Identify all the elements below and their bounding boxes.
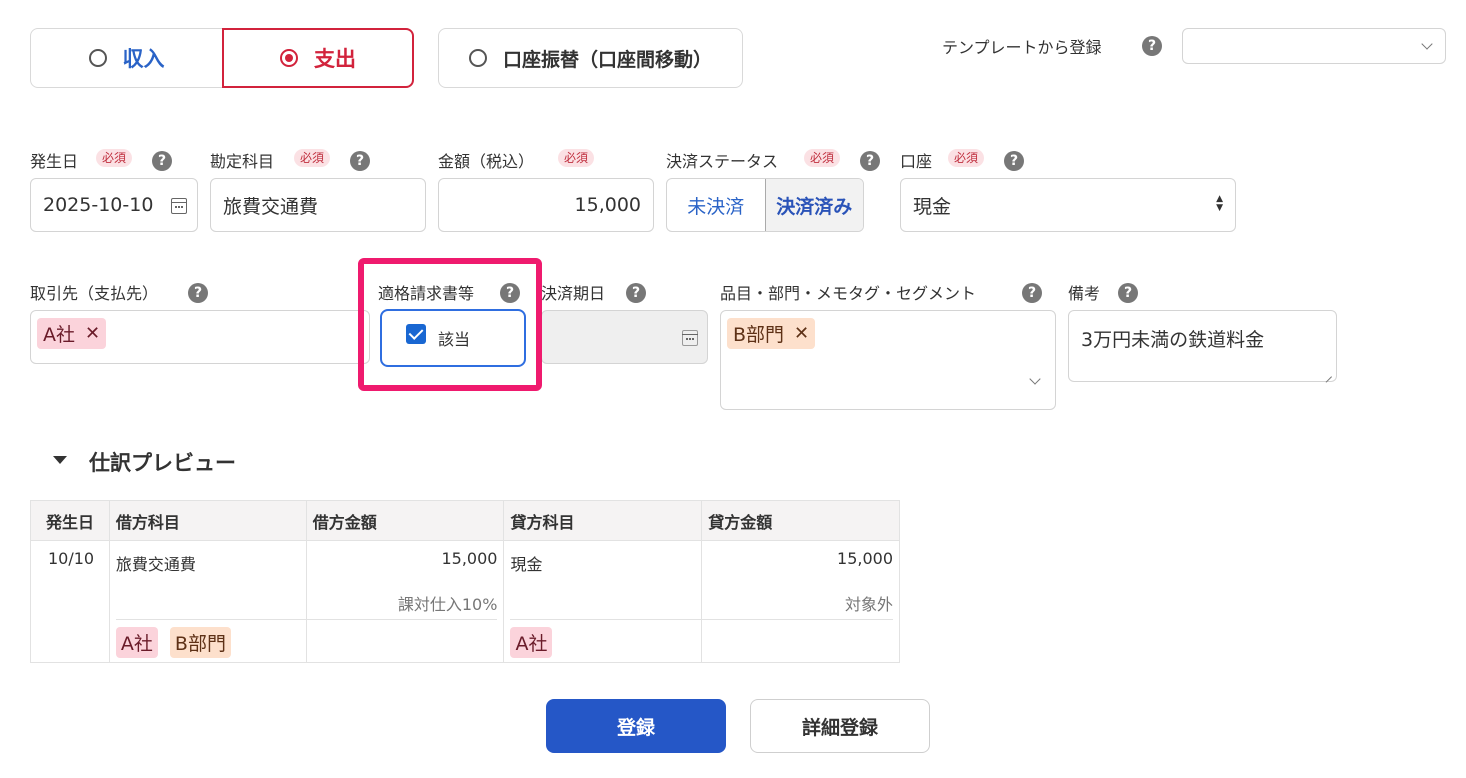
partner-tag-label: A社 (43, 324, 75, 346)
debit-department-tag: B部門 (169, 627, 231, 658)
divider (701, 619, 893, 620)
divider (510, 619, 703, 620)
cell-debit-account: 旅費交通費 A社 B部門 (108, 540, 307, 663)
wallet-required-badge: 必須 (948, 149, 985, 167)
journal-preview-table: 発生日 借方科目 借方金額 貸方科目 貸方金額 10/10 旅費交通費 A社 B… (30, 500, 900, 663)
wallet-help-icon[interactable]: ? (1004, 151, 1024, 171)
preview-title[interactable]: 仕訳プレビュー (89, 447, 236, 477)
date-required-badge: 必須 (96, 149, 133, 167)
income-label: 収入 (122, 47, 165, 71)
status-unsettled-option[interactable]: 未決済 (667, 179, 765, 231)
cell-credit-account: 現金 A社 (503, 540, 703, 663)
template-select[interactable] (1182, 28, 1446, 64)
header-credit-amount: 貸方金額 (701, 500, 900, 541)
qualified-invoice-checkbox-label: 該当 (438, 330, 471, 349)
row-debit-amount: 15,000 (441, 549, 498, 568)
cell-date: 10/10 (30, 540, 110, 663)
settlement-status-help-icon[interactable]: ? (860, 151, 880, 171)
detail-register-button[interactable]: 詳細登録 (750, 699, 930, 753)
income-toggle[interactable]: 収入 (30, 28, 223, 88)
header-date: 発生日 (30, 500, 110, 541)
transfer-radio-icon (468, 49, 487, 67)
transfer-label: 口座振替（口座間移動） (502, 48, 712, 71)
settlement-status-toggle: 未決済 決済済み (666, 178, 864, 232)
account-item-label: 勘定科目 (210, 152, 275, 171)
amount-input[interactable]: 15,000 (438, 178, 654, 232)
wallet-select[interactable]: 現金 ▲ ▼ (900, 178, 1236, 232)
collapse-caret-icon[interactable] (53, 456, 67, 464)
wallet-value: 現金 (913, 195, 952, 218)
chevron-down-icon (1029, 373, 1041, 385)
row-credit-tax: 対象外 (844, 595, 893, 614)
due-date-label: 決済期日 (541, 284, 606, 303)
department-tag-label: B部門 (733, 324, 785, 346)
expense-toggle[interactable]: 支出 (222, 28, 414, 88)
row-credit-amount: 15,000 (837, 549, 893, 568)
amount-value: 15,000 (574, 194, 641, 216)
chevron-down-icon (1421, 38, 1433, 50)
table-row: 10/10 旅費交通費 A社 B部門 15,000 課対仕入10% 現金 A社 … (30, 540, 900, 663)
transfer-toggle[interactable]: 口座振替（口座間移動） (438, 28, 743, 88)
partner-help-icon[interactable]: ? (188, 283, 208, 303)
date-input[interactable]: 2025-10-10 (30, 178, 198, 232)
cell-credit-amount: 15,000 対象外 (701, 540, 900, 663)
note-value: 3万円未満の鉄道料金 (1081, 329, 1265, 351)
qualified-invoice-checkbox[interactable] (406, 324, 426, 344)
calendar-icon (682, 330, 698, 346)
account-item-input[interactable]: 旅費交通費 (210, 178, 426, 232)
department-tag: B部門 ✕ (727, 318, 816, 349)
note-textarea[interactable]: 3万円未満の鉄道料金 (1068, 310, 1337, 382)
row-credit-account: 現金 (510, 555, 543, 574)
divider (115, 619, 307, 620)
resize-handle-icon[interactable] (1323, 368, 1333, 378)
template-help-icon[interactable]: ? (1142, 36, 1162, 56)
expense-label: 支出 (314, 47, 356, 71)
date-help-icon[interactable]: ? (152, 151, 172, 171)
account-item-value: 旅費交通費 (223, 195, 319, 218)
header-debit-account: 借方科目 (108, 500, 307, 541)
settlement-status-required-badge: 必須 (804, 149, 841, 167)
income-radio-icon (88, 49, 107, 67)
note-label: 備考 (1068, 284, 1101, 303)
close-icon[interactable]: ✕ (85, 323, 100, 344)
tags-help-icon[interactable]: ? (1022, 283, 1042, 303)
row-date: 10/10 (48, 549, 95, 568)
date-value: 2025-10-10 (43, 194, 154, 216)
partner-label: 取引先（支払先） (30, 284, 159, 303)
template-label: テンプレートから登録 (942, 38, 1102, 57)
select-arrows-icon: ▲ ▼ (1216, 194, 1223, 213)
due-date-help-icon[interactable]: ? (626, 283, 646, 303)
expense-radio-icon (280, 49, 298, 67)
tags-label: 品目・部門・メモタグ・セグメント (720, 284, 977, 303)
credit-partner-tag: A社 (510, 627, 553, 658)
amount-required-badge: 必須 (558, 149, 595, 167)
register-button[interactable]: 登録 (546, 699, 726, 753)
date-label: 発生日 (30, 152, 79, 171)
close-icon[interactable]: ✕ (794, 323, 809, 344)
status-settled-option[interactable]: 決済済み (764, 179, 863, 231)
due-date-input (541, 310, 708, 364)
wallet-label: 口座 (900, 152, 933, 171)
note-help-icon[interactable]: ? (1118, 283, 1138, 303)
cell-debit-amount: 15,000 課対仕入10% (305, 540, 505, 663)
row-debit-account: 旅費交通費 (115, 555, 196, 574)
divider (305, 619, 498, 620)
account-item-help-icon[interactable]: ? (350, 151, 370, 171)
amount-label: 金額（税込） (438, 152, 535, 171)
calendar-icon[interactable] (171, 198, 187, 214)
header-credit-account: 貸方科目 (503, 500, 703, 541)
settlement-status-label: 決済ステータス (666, 152, 779, 171)
partner-tag: A社 ✕ (37, 318, 107, 349)
table-header-row: 発生日 借方科目 借方金額 貸方科目 貸方金額 (30, 500, 900, 541)
account-item-required-badge: 必須 (294, 149, 331, 167)
header-debit-amount: 借方金額 (305, 500, 505, 541)
row-debit-tax: 課対仕入10% (397, 595, 498, 614)
debit-partner-tag: A社 (115, 627, 158, 658)
